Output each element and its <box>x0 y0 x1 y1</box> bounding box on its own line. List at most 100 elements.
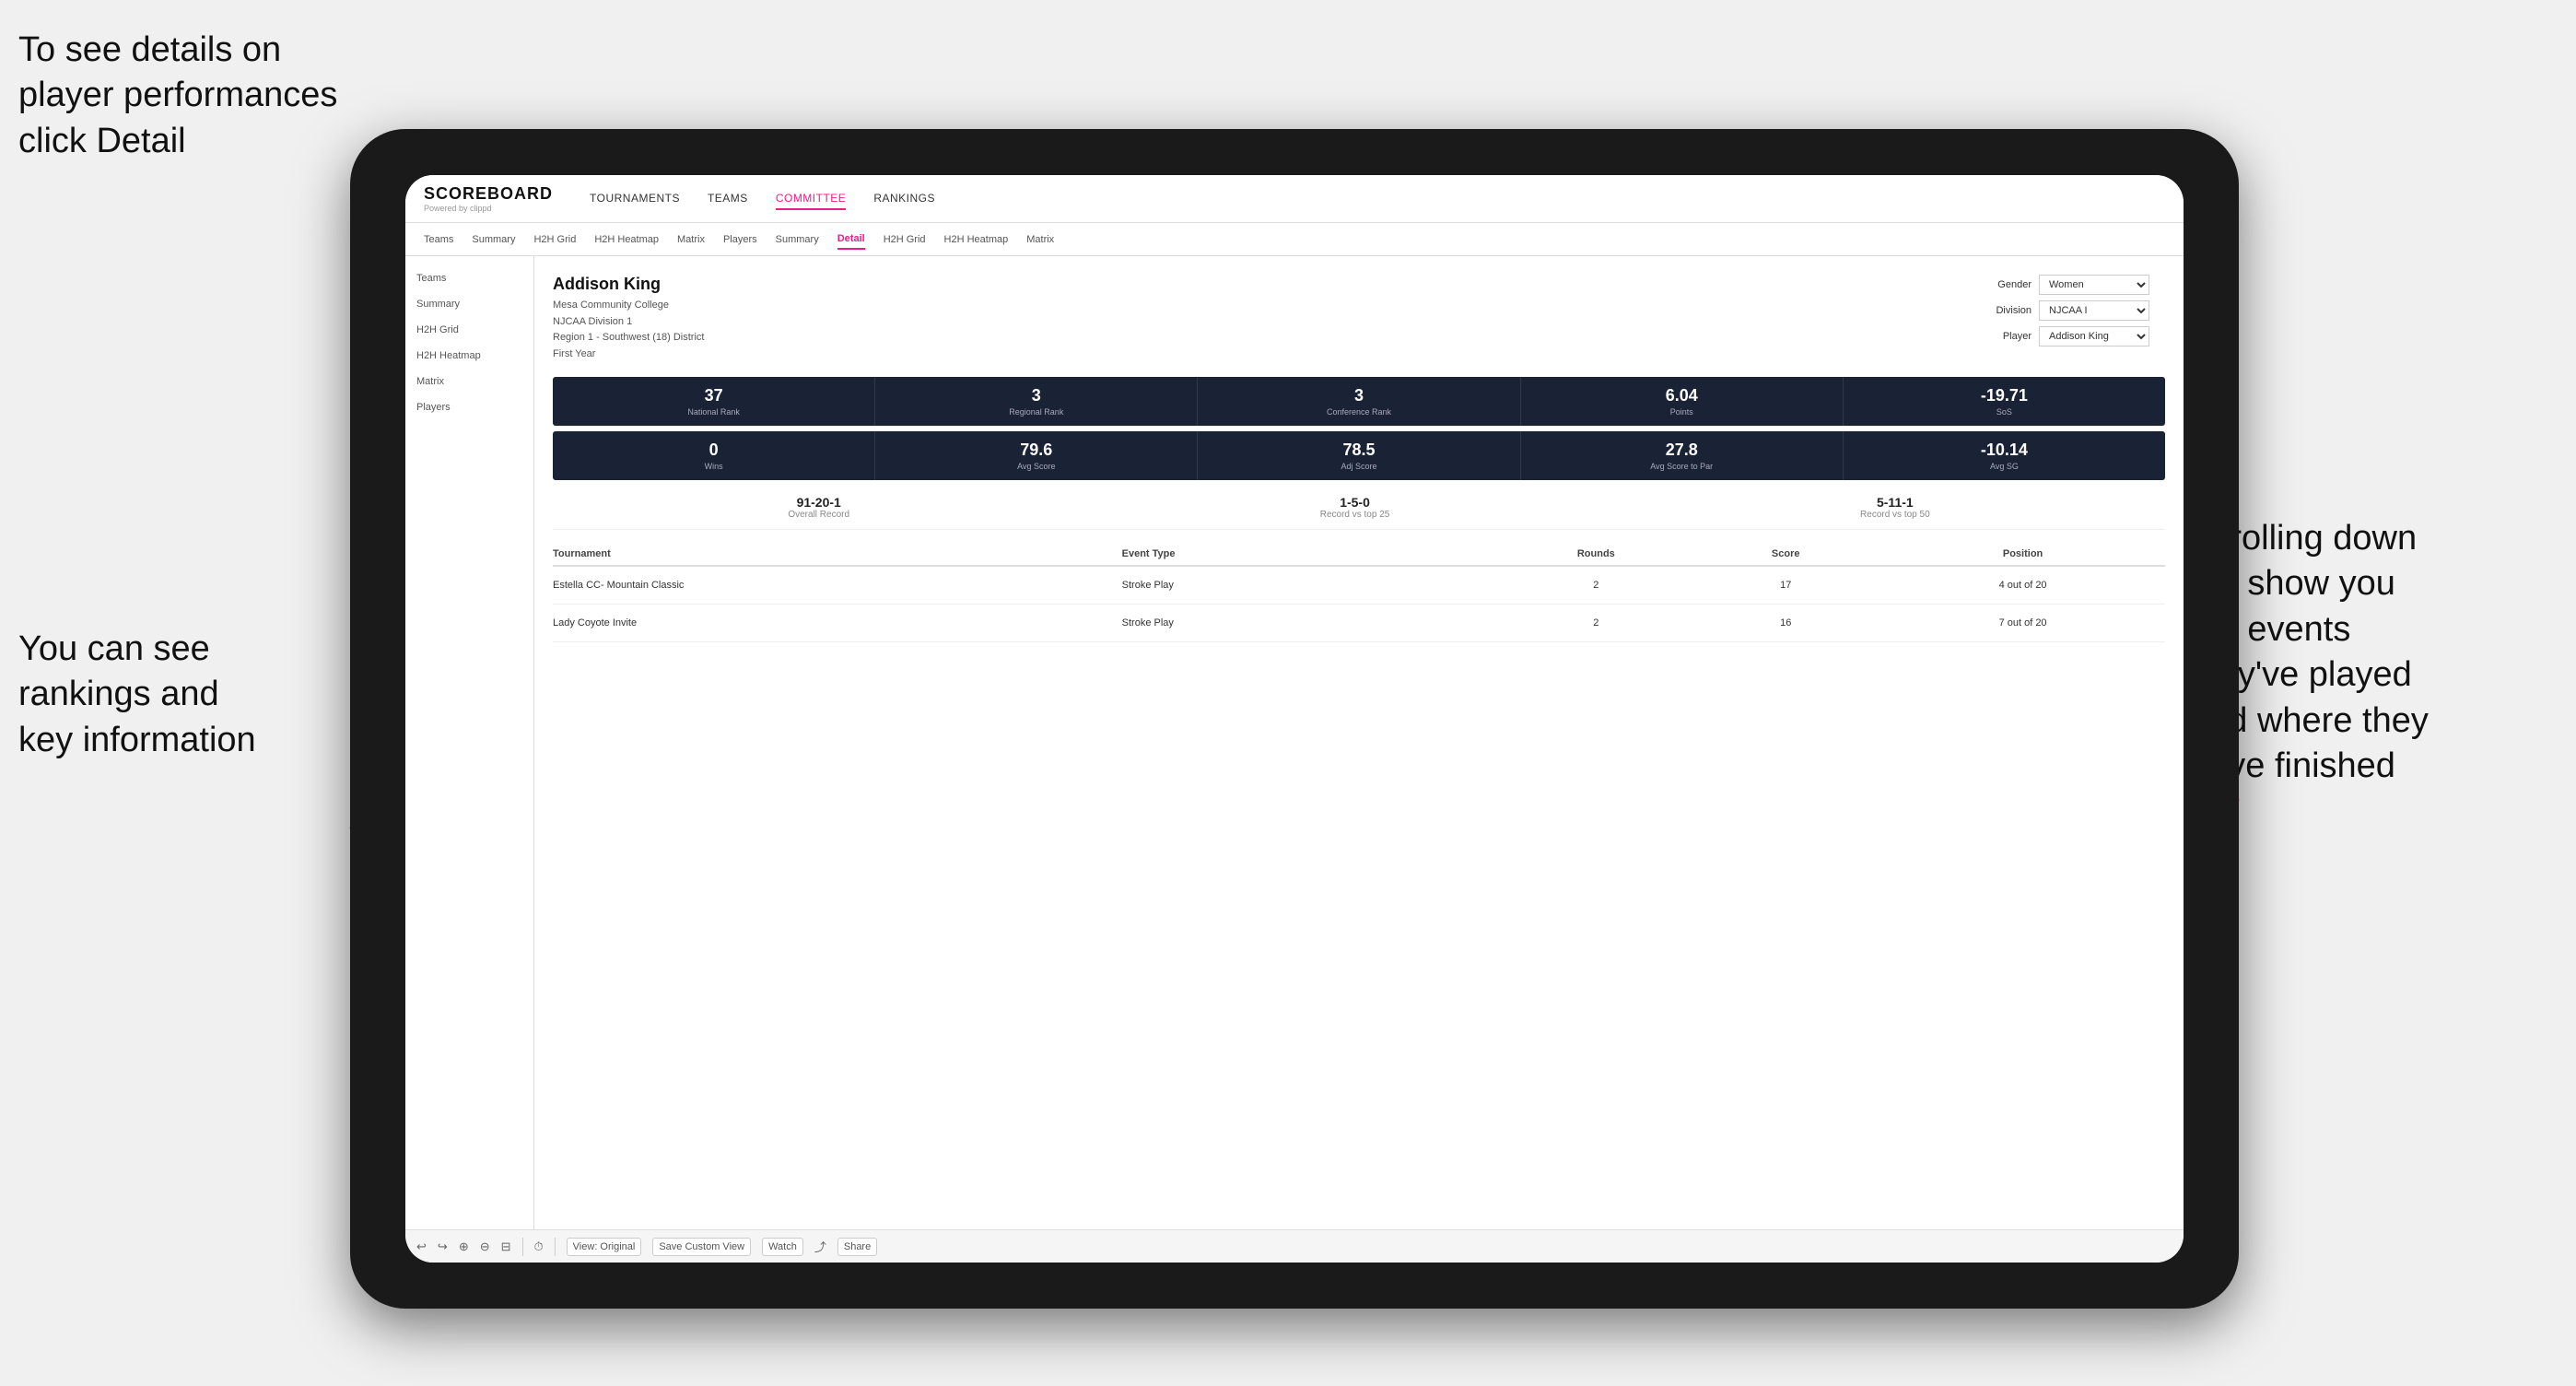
player-year: First Year <box>553 346 704 363</box>
player-school: Mesa Community College <box>553 298 704 314</box>
top-nav: SCOREBOARD Powered by clippd TOURNAMENTS… <box>405 175 2184 223</box>
conference-rank-label: Conference Rank <box>1203 407 1514 417</box>
col-header-tournament: Tournament <box>553 548 1122 559</box>
subnav-h2h-grid2[interactable]: H2H Grid <box>884 230 926 249</box>
avg-score-par-label: Avg Score to Par <box>1527 462 1837 471</box>
wins-label: Wins <box>558 462 869 471</box>
overall-record-value: 91-20-1 <box>788 495 849 510</box>
subnav-teams[interactable]: Teams <box>424 230 453 249</box>
annotation-top-left: To see details on player performances cl… <box>18 28 350 164</box>
logo-text: SCOREBOARD <box>424 184 553 204</box>
stat-regional-rank: 3 Regional Rank <box>875 377 1198 426</box>
adj-score-value: 78.5 <box>1203 440 1514 460</box>
event-type-1: Stroke Play <box>1122 580 1502 591</box>
subnav-detail[interactable]: Detail <box>837 229 865 250</box>
stat-avg-score-par: 27.8 Avg Score to Par <box>1521 431 1844 480</box>
overall-record-label: Overall Record <box>788 510 849 520</box>
col-header-rounds: Rounds <box>1501 548 1691 559</box>
subnav-summary[interactable]: Summary <box>472 230 515 249</box>
logo-sub: Powered by clippd <box>424 204 553 213</box>
share-icon[interactable]: ⤴ <box>814 1238 826 1255</box>
sos-value: -19.71 <box>1849 386 2160 405</box>
division-select[interactable]: NJCAA I NJCAA II <box>2039 300 2149 321</box>
share-button[interactable]: Share <box>837 1238 877 1256</box>
sidebar-matrix[interactable]: Matrix <box>405 369 533 394</box>
overall-record: 91-20-1 Overall Record <box>788 495 849 520</box>
nav-rankings[interactable]: RANKINGS <box>873 188 935 210</box>
gender-select[interactable]: Women Men <box>2039 275 2149 295</box>
record-top25-value: 1-5-0 <box>1320 495 1390 510</box>
record-top25-label: Record vs top 25 <box>1320 510 1390 520</box>
undo-icon[interactable]: ↩ <box>416 1239 427 1254</box>
subnav-h2h-heatmap[interactable]: H2H Heatmap <box>594 230 659 249</box>
record-top50-label: Record vs top 50 <box>1860 510 1930 520</box>
player-info: Addison King Mesa Community College NJCA… <box>553 275 704 362</box>
player-region: Region 1 - Southwest (18) District <box>553 330 704 346</box>
subnav-matrix2[interactable]: Matrix <box>1026 230 1054 249</box>
subnav-h2h-grid[interactable]: H2H Grid <box>533 230 576 249</box>
logo-area: SCOREBOARD Powered by clippd <box>424 184 553 213</box>
position-1: 4 out of 20 <box>1880 580 2165 591</box>
redo-icon[interactable]: ↪ <box>438 1239 448 1254</box>
regional-rank-label: Regional Rank <box>881 407 1191 417</box>
avg-score-value: 79.6 <box>881 440 1191 460</box>
subnav-matrix[interactable]: Matrix <box>677 230 705 249</box>
player-filters: Gender Women Men Division NJCAA I <box>1981 275 2165 362</box>
sub-nav: Teams Summary H2H Grid H2H Heatmap Matri… <box>405 223 2184 256</box>
col-header-score: Score <box>1691 548 1880 559</box>
nav-committee[interactable]: COMMITTEE <box>776 188 847 210</box>
sidebar-h2h-grid[interactable]: H2H Grid <box>405 317 533 343</box>
rounds-1: 2 <box>1501 580 1691 591</box>
player-filter-row: Player Addison King <box>1981 326 2165 346</box>
national-rank-value: 37 <box>558 386 869 405</box>
stat-avg-sg: -10.14 Avg SG <box>1844 431 2165 480</box>
record-top25: 1-5-0 Record vs top 25 <box>1320 495 1390 520</box>
toolbar-separator <box>522 1238 523 1256</box>
sidebar-summary[interactable]: Summary <box>405 291 533 317</box>
sidebar-h2h-heatmap[interactable]: H2H Heatmap <box>405 343 533 369</box>
regional-rank-value: 3 <box>881 386 1191 405</box>
division-filter-row: Division NJCAA I NJCAA II <box>1981 300 2165 321</box>
gender-label: Gender <box>1981 279 2032 290</box>
avg-score-label: Avg Score <box>881 462 1191 471</box>
watch-button[interactable]: Watch <box>762 1238 803 1256</box>
nav-tournaments[interactable]: TOURNAMENTS <box>590 188 680 210</box>
stat-adj-score: 78.5 Adj Score <box>1198 431 1520 480</box>
player-select[interactable]: Addison King <box>2039 326 2149 346</box>
gender-filter-row: Gender Women Men <box>1981 275 2165 295</box>
sidebar-teams[interactable]: Teams <box>405 265 533 291</box>
stats-row-1: 37 National Rank 3 Regional Rank 3 Confe… <box>553 377 2165 426</box>
subnav-h2h-heatmap2[interactable]: H2H Heatmap <box>944 230 1009 249</box>
nav-items: TOURNAMENTS TEAMS COMMITTEE RANKINGS <box>590 188 935 210</box>
avg-score-par-value: 27.8 <box>1527 440 1837 460</box>
toolbar-separator <box>555 1238 556 1256</box>
view-original-button[interactable]: View: Original <box>567 1238 642 1256</box>
sidebar-players[interactable]: Players <box>405 394 533 420</box>
stat-sos: -19.71 SoS <box>1844 377 2165 426</box>
record-top50: 5-11-1 Record vs top 50 <box>1860 495 1930 520</box>
bottom-toolbar: ↩ ↪ ⊕ ⊖ ⊟ ⏱ View: Original Save Custom V… <box>405 1229 2184 1263</box>
tablet-screen: SCOREBOARD Powered by clippd TOURNAMENTS… <box>405 175 2184 1263</box>
col-header-event-type: Event Type <box>1122 548 1502 559</box>
nav-teams[interactable]: TEAMS <box>708 188 748 210</box>
fit-icon[interactable]: ⊟ <box>501 1239 511 1254</box>
stats-row-2: 0 Wins 79.6 Avg Score 78.5 Adj Score 2 <box>553 431 2165 480</box>
annotation-bottom-left: You can seerankings andkey information <box>18 627 332 763</box>
sos-label: SoS <box>1849 407 2160 417</box>
app: SCOREBOARD Powered by clippd TOURNAMENTS… <box>405 175 2184 1263</box>
avg-sg-value: -10.14 <box>1849 440 2160 460</box>
table-row: Estella CC- Mountain Classic Stroke Play… <box>553 567 2165 605</box>
table-header: Tournament Event Type Rounds Score Posit… <box>553 543 2165 567</box>
zoom-icon[interactable]: ⊕ <box>459 1239 469 1254</box>
zoom-out-icon[interactable]: ⊖ <box>480 1239 490 1254</box>
subnav-summary2[interactable]: Summary <box>776 230 819 249</box>
stat-avg-score: 79.6 Avg Score <box>875 431 1198 480</box>
clock-icon[interactable]: ⏱ <box>534 1239 544 1254</box>
annotation-right: Scrolling downwill show youthe eventsthe… <box>2189 516 2558 789</box>
event-type-2: Stroke Play <box>1122 617 1502 628</box>
subnav-players[interactable]: Players <box>723 230 757 249</box>
save-custom-button[interactable]: Save Custom View <box>652 1238 751 1256</box>
records-row: 91-20-1 Overall Record 1-5-0 Record vs t… <box>553 486 2165 530</box>
rounds-2: 2 <box>1501 617 1691 628</box>
tablet-frame: SCOREBOARD Powered by clippd TOURNAMENTS… <box>350 129 2239 1309</box>
